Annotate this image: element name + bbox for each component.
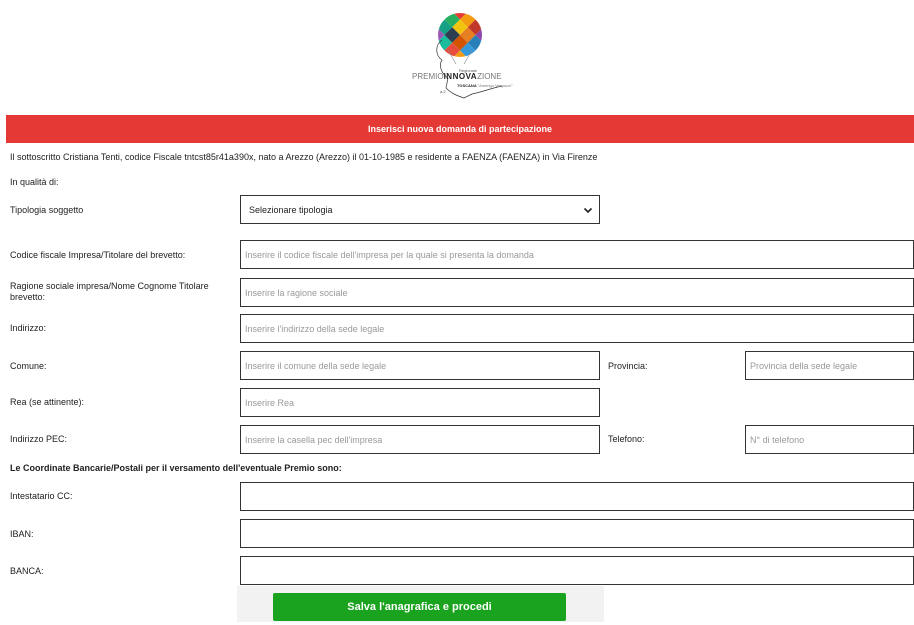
ragione-sociale-label: Ragione sociale impresa/Nome Cognome Tit… — [10, 281, 209, 302]
form-title: Inserisci nuova domanda di partecipazion… — [367, 124, 553, 134]
comune-input[interactable] — [240, 351, 600, 380]
ragione-sociale-input[interactable] — [240, 278, 914, 307]
banca-label: BANCA: — [10, 566, 44, 576]
qualita-label: In qualità di: — [10, 177, 59, 187]
declarant-statement: Il sottoscritto Cristiana Tenti, codice … — [10, 152, 598, 162]
pec-label: Indirizzo PEC: — [10, 434, 68, 444]
submit-area: Salva l'anagrafica e procedi — [237, 586, 604, 622]
logo-balloon-icon — [436, 13, 503, 99]
telefono-label: Telefono: — [608, 434, 645, 444]
provincia-label: Provincia: — [608, 361, 648, 371]
codice-fiscale-label: Codice fiscale Impresa/Titolare del brev… — [10, 250, 186, 260]
bank-section-title: Le Coordinate Bancarie/Postali per il ve… — [10, 463, 342, 473]
tipologia-select[interactable]: Selezionare tipologia — [240, 195, 600, 224]
save-and-continue-button[interactable]: Salva l'anagrafica e procedi — [273, 593, 566, 621]
provincia-input[interactable] — [745, 351, 914, 380]
rea-input[interactable] — [240, 388, 600, 417]
logo-edition: a.2 — [440, 89, 446, 94]
indirizzo-input[interactable] — [240, 314, 914, 343]
logo-wordmark: PREMIOINNOVAZIONE — [412, 72, 502, 81]
comune-label: Comune: — [10, 361, 47, 371]
chevron-down-icon — [583, 207, 593, 214]
iban-label: IBAN: — [10, 529, 34, 539]
form-title-banner: Inserisci nuova domanda di partecipazion… — [6, 115, 914, 143]
tipologia-label: Tipologia soggetto — [10, 205, 84, 215]
premio-innovazione-logo: Regionale PREMIOINNOVAZIONE TOSCANA "Ame… — [412, 8, 530, 104]
codice-fiscale-input[interactable] — [240, 240, 914, 269]
intestatario-input[interactable] — [240, 482, 914, 511]
rea-label: Rea (se attinente): — [10, 397, 85, 407]
pec-input[interactable] — [240, 425, 600, 454]
logo-toscana: TOSCANA "Amerigo Vespucci" — [457, 83, 513, 88]
intestatario-label: Intestatario CC: — [10, 491, 73, 501]
banca-input[interactable] — [240, 556, 914, 585]
telefono-input[interactable] — [745, 425, 914, 454]
indirizzo-label: Indirizzo: — [10, 323, 47, 333]
tipologia-selected-value: Selezionare tipologia — [249, 204, 333, 215]
iban-input[interactable] — [240, 519, 914, 548]
